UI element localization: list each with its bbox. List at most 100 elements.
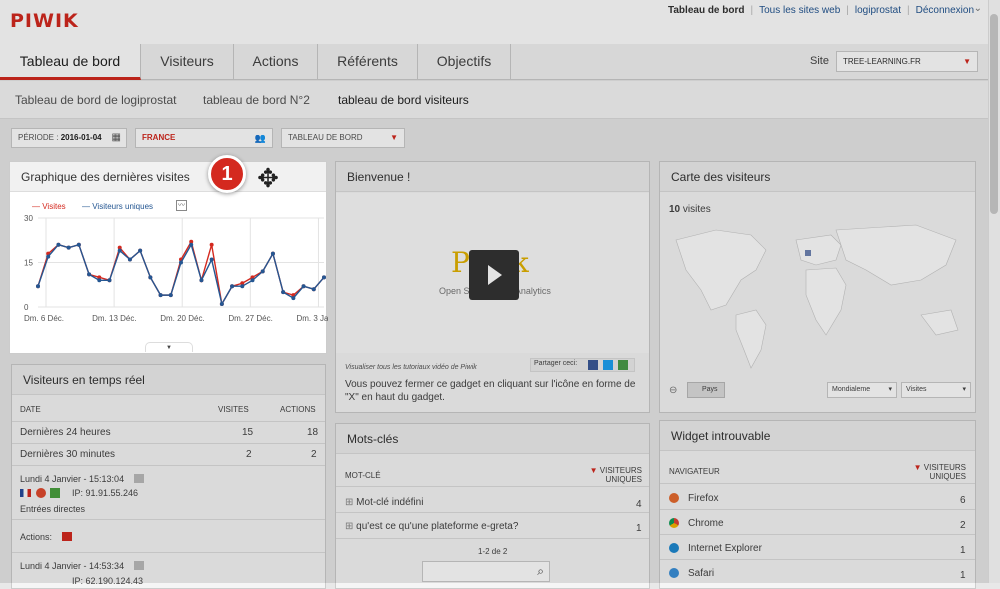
data-point-1: [56, 242, 61, 247]
subnav-item-dashboard-2[interactable]: tableau de bord N°2: [203, 93, 310, 107]
visit2-time: Lundi 4 Janvier - 14:53:34: [20, 561, 125, 571]
users-icon: 👥: [254, 133, 266, 143]
keywords-widget-title[interactable]: Mots-clés: [336, 424, 649, 454]
search-icon[interactable]: ⌕: [537, 564, 544, 579]
top-link-user[interactable]: logiprostat: [855, 5, 901, 16]
country-mode-button[interactable]: Pays: [687, 382, 725, 398]
piwik-logo[interactable]: PIWIK: [10, 10, 79, 32]
welcome-widget: Bienvenue ! Piwik Open Source Web Analyt…: [335, 161, 650, 413]
site-select[interactable]: TREE-LEARNING.FR ▼: [836, 51, 978, 72]
subnav-item-dashboard-visitors[interactable]: tableau de bord visiteurs: [338, 93, 469, 107]
top-link-all-sites[interactable]: Tous les sites web: [759, 5, 840, 16]
keyword-row[interactable]: ⊞ qu'est ce qu'une plateforme e-greta?: [345, 521, 518, 532]
y-tick-label: 30: [24, 214, 33, 223]
caret-down-icon: ▼: [963, 57, 971, 66]
visit1-time: Lundi 4 Janvier - 15:13:04: [20, 474, 125, 484]
data-point-1: [209, 257, 214, 262]
x-tick-label: Dm. 6 Déc.: [24, 314, 64, 323]
series-line-1: [37, 242, 325, 306]
chevron-down-icon[interactable]: ⌄: [974, 3, 982, 14]
metric-select[interactable]: Visites ▾: [901, 382, 971, 398]
share-label: Partager ceci:: [534, 360, 578, 367]
keyword-row-value: 1: [636, 523, 642, 534]
zoom-out-icon[interactable]: ⊖: [669, 385, 677, 396]
tab-referrers[interactable]: Référents: [318, 44, 418, 80]
keyword-search-input[interactable]: ⌕: [422, 561, 550, 582]
data-point-1: [76, 242, 81, 247]
visitor-profile-icon[interactable]: [134, 474, 144, 483]
row-24h-visits: 15: [242, 427, 254, 438]
visitor-map-widget-title[interactable]: Carte des visiteurs: [660, 162, 975, 192]
top-link-logout[interactable]: Déconnexion: [916, 5, 974, 16]
browser-row-value: 1: [960, 570, 966, 581]
col-unique-visitors[interactable]: ▼ VISITEURS UNIQUES: [586, 466, 642, 484]
dashboard-selector[interactable]: TABLEAU DE BORD ▼: [281, 128, 405, 148]
data-point-1: [189, 242, 194, 247]
site-label: Site: [810, 55, 829, 67]
twitter-icon[interactable]: [603, 360, 613, 370]
expand-icon: ⊞: [345, 521, 357, 532]
video-caption[interactable]: Visualiser tous les tutoriaux vidéo de P…: [345, 364, 477, 371]
x-tick-label: Dm. 3 Janv.: [296, 314, 328, 323]
expand-icon: ⊞: [345, 497, 357, 508]
data-point-1: [270, 251, 275, 256]
period-value: 2016-01-04: [60, 133, 102, 142]
calendar-icon: ▦: [111, 132, 121, 143]
x-tick-label: Dm. 27 Déc.: [228, 314, 272, 323]
browser-row-value: 1: [960, 545, 966, 556]
data-point-1: [138, 248, 143, 253]
visit1-ip: IP: 91.91.55.246: [72, 488, 139, 498]
internet-explorer-icon: [669, 543, 679, 553]
facebook-icon[interactable]: [588, 360, 598, 370]
browser-icon: [36, 488, 46, 498]
keyword-row[interactable]: ⊞ Mot-clé indéfini: [345, 497, 423, 508]
data-point-1: [158, 293, 163, 298]
visitor-profile-icon[interactable]: [134, 561, 144, 570]
y-tick-label: 0: [24, 303, 29, 312]
tab-visitors[interactable]: Visiteurs: [141, 44, 234, 80]
region-select[interactable]: Mondialeme ▾: [827, 382, 897, 398]
realtime-widget: Visiteurs en temps réel DATE VISITES ACT…: [11, 364, 326, 589]
browser-row-label: Internet Explorer: [688, 543, 762, 554]
welcome-text: Vous pouvez fermer ce gadget en cliquant…: [345, 379, 636, 403]
folder-icon[interactable]: [62, 532, 72, 541]
browsers-widget-title[interactable]: Widget introuvable: [660, 421, 975, 451]
data-point-1: [46, 254, 51, 259]
data-point-1: [97, 278, 102, 283]
row-24h-label: Dernières 24 heures: [20, 427, 111, 438]
row-30m-label: Dernières 30 minutes: [20, 449, 116, 460]
x-tick-label: Dm. 20 Déc.: [160, 314, 204, 323]
tab-actions[interactable]: Actions: [234, 44, 318, 80]
tab-dashboard[interactable]: Tableau de bord: [0, 44, 141, 80]
segment-selector[interactable]: FRANCE 👥: [135, 128, 273, 148]
widget-footer-toggle[interactable]: ▼: [145, 342, 193, 352]
top-link-dashboard[interactable]: Tableau de bord: [668, 5, 745, 16]
col-unique-visitors[interactable]: ▼ VISITEURS UNIQUES: [910, 463, 966, 481]
play-button[interactable]: [469, 250, 519, 300]
welcome-widget-title[interactable]: Bienvenue !: [336, 162, 649, 192]
data-point-1: [199, 278, 204, 283]
data-point-1: [311, 287, 316, 292]
firefox-icon: [669, 493, 679, 503]
email-icon[interactable]: [618, 360, 628, 370]
data-point-1: [301, 284, 306, 289]
data-point-1: [179, 260, 183, 265]
period-selector[interactable]: PÉRIODE : 2016-01-04 ▦: [11, 128, 127, 148]
row-30m-actions: 2: [311, 449, 317, 460]
browser-row-value: 2: [960, 520, 966, 531]
world-map[interactable]: [666, 210, 971, 370]
x-tick-label: Dm. 13 Déc.: [92, 314, 136, 323]
browser-row-label: Safari: [688, 568, 715, 579]
realtime-widget-title[interactable]: Visiteurs en temps réel: [12, 365, 325, 395]
subnav-item-dashboard-logiprostat[interactable]: Tableau de bord de logiprostat: [15, 93, 176, 107]
data-point-1: [127, 257, 132, 262]
col-actions: ACTIONS: [280, 405, 316, 414]
scrollbar-thumb[interactable]: [990, 14, 998, 214]
france-highlight: [805, 250, 811, 256]
visit2-ip: IP: 62.190.124.43: [72, 576, 144, 586]
data-point-1: [240, 284, 245, 289]
tab-goals[interactable]: Objectifs: [418, 44, 511, 80]
data-point-1: [66, 245, 71, 250]
data-point-1: [260, 269, 265, 274]
data-point-1: [107, 278, 112, 283]
